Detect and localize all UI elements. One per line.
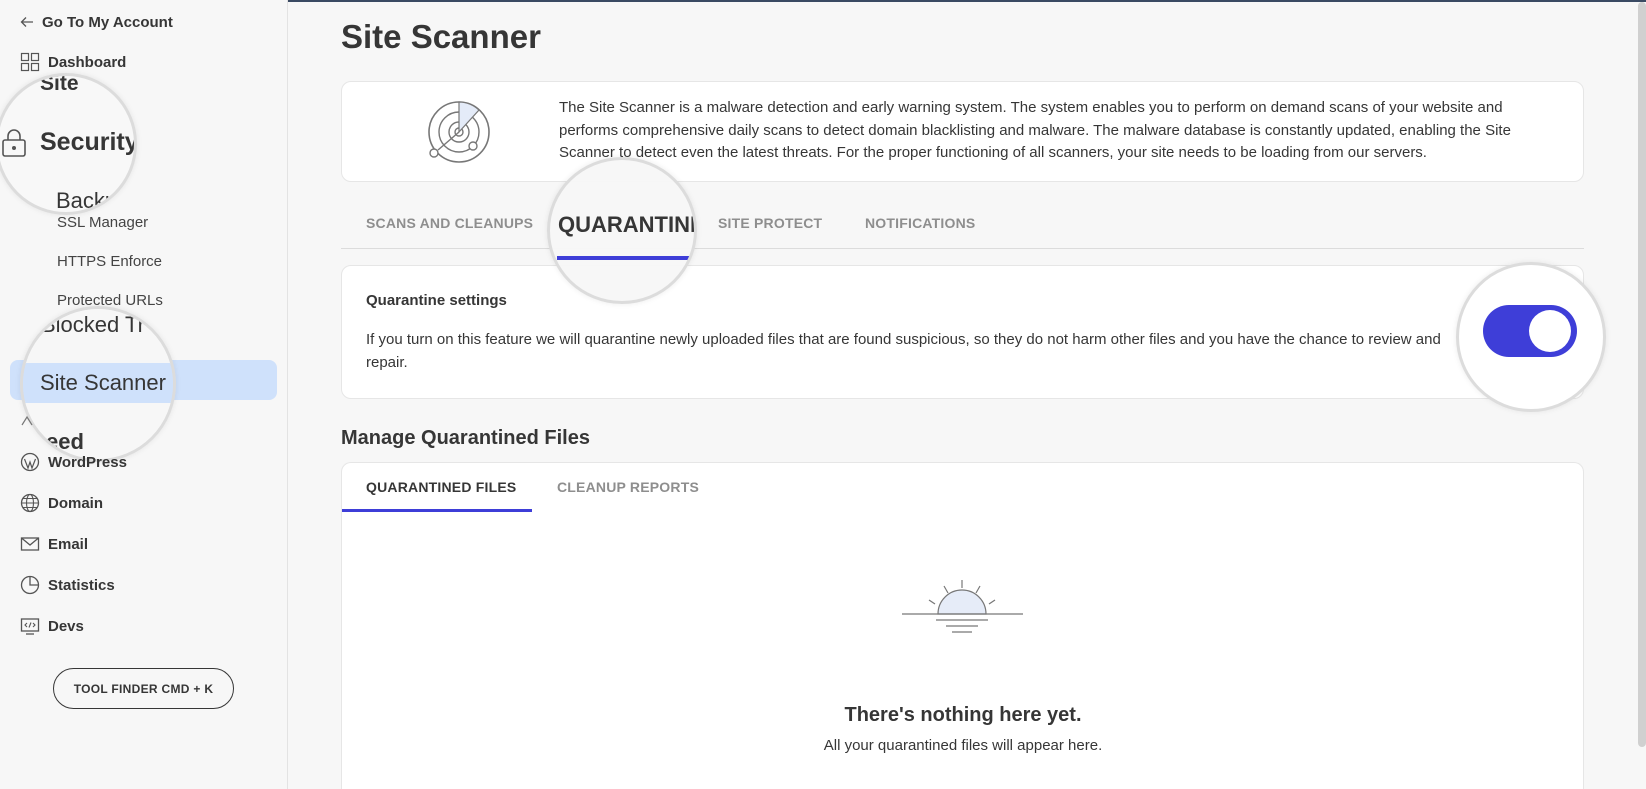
envelope-icon — [20, 537, 40, 551]
sidebar-item-label: Devs — [48, 617, 84, 635]
page-title: Site Scanner — [341, 18, 541, 55]
sidebar-item-wordpress[interactable]: WordPress — [20, 451, 127, 473]
quarantine-toggle[interactable] — [1483, 305, 1577, 357]
sidebar-item-label: Domain — [48, 494, 104, 512]
sidebar-item-https-enforce[interactable]: HTTPS Enforce — [57, 253, 162, 273]
empty-state-subtitle: All your quarantined files will appear h… — [823, 737, 1103, 754]
tab-site-protect[interactable]: SITE PROTECT — [718, 215, 822, 231]
magnifier-security: Site Security Backu — [0, 73, 137, 215]
sidebar-item-devs[interactable]: Devs — [20, 615, 84, 637]
lock-icon — [2, 129, 26, 157]
go-to-my-account-label: Go To My Account — [42, 13, 173, 31]
quarantine-settings-title: Quarantine settings — [366, 292, 507, 309]
sidebar-item-label: WordPress — [48, 453, 127, 471]
manage-quarantined-files-title: Manage Quarantined Files — [341, 427, 590, 449]
code-monitor-icon — [20, 618, 40, 635]
radar-icon — [428, 101, 490, 163]
sidebar-item-label: Dashboard — [48, 53, 127, 71]
empty-state-title: There's nothing here yet. — [844, 704, 1082, 726]
tab-notifications[interactable]: NOTIFICATIONS — [865, 215, 975, 231]
magnifier-quarantine-tab: QUARANTINE — [547, 157, 697, 304]
magnifier-toggle — [1456, 262, 1606, 412]
go-to-my-account-link[interactable]: Go To My Account — [20, 12, 173, 32]
sidebar-item-blocked-traffic[interactable]: Blocked Tr — [41, 312, 145, 338]
arrow-left-icon — [20, 17, 33, 27]
sidebar-item-label: Email — [48, 535, 89, 553]
quarantine-settings-description: If you turn on this feature we will quar… — [366, 331, 1441, 371]
subtab-cleanup-reports[interactable]: CLEANUP REPORTS — [557, 479, 699, 495]
sidebar-item-label: Statistics — [48, 576, 115, 594]
sidebar-item-label: HTTPS Enforce — [57, 253, 163, 270]
wordpress-icon — [20, 452, 40, 472]
tab-quarantine[interactable]: QUARANTINE — [558, 212, 694, 238]
sidebar-item-domain[interactable]: Domain — [20, 492, 103, 514]
sidebar-item-statistics[interactable]: Statistics — [20, 574, 115, 596]
globe-icon — [20, 493, 40, 513]
subtab-quarantined-files[interactable]: QUARANTINED FILES — [366, 479, 516, 495]
tool-finder-button[interactable]: TOOL FINDER CMD + K — [53, 668, 234, 709]
sunrise-icon — [902, 580, 1023, 633]
pie-chart-icon — [20, 575, 40, 595]
sidebar-item-site-scanner[interactable]: Site Scanner — [40, 370, 166, 396]
grid-icon — [20, 52, 40, 72]
sidebar-item-backups[interactable]: Backu — [56, 188, 117, 212]
page-scrollbar[interactable] — [1638, 2, 1646, 747]
speed-icon — [21, 415, 33, 426]
sidebar-item-email[interactable]: Email — [20, 533, 88, 555]
tab-scans-and-cleanups[interactable]: SCANS AND CLEANUPS — [366, 215, 533, 231]
sidebar-item-label: SSL Manager — [57, 214, 149, 231]
sidebar-item-security[interactable]: Security — [40, 128, 134, 157]
tab-quarantine-underline — [557, 256, 693, 260]
sidebar-item-site[interactable]: Site — [40, 76, 79, 96]
magnifier-site-scanner: Blocked Tr Site Scanner eed — [20, 306, 176, 462]
sidebar: Go To My Account Dashboard SSL Manager H… — [0, 0, 288, 789]
toggle-knob — [1529, 310, 1571, 352]
subtab-active-underline — [342, 509, 532, 512]
intro-description: The Site Scanner is a malware detection … — [559, 99, 1511, 161]
sidebar-item-ssl-manager[interactable]: SSL Manager — [57, 214, 148, 234]
tabs-divider — [341, 248, 1584, 249]
sidebar-item-dashboard[interactable]: Dashboard — [20, 51, 126, 73]
